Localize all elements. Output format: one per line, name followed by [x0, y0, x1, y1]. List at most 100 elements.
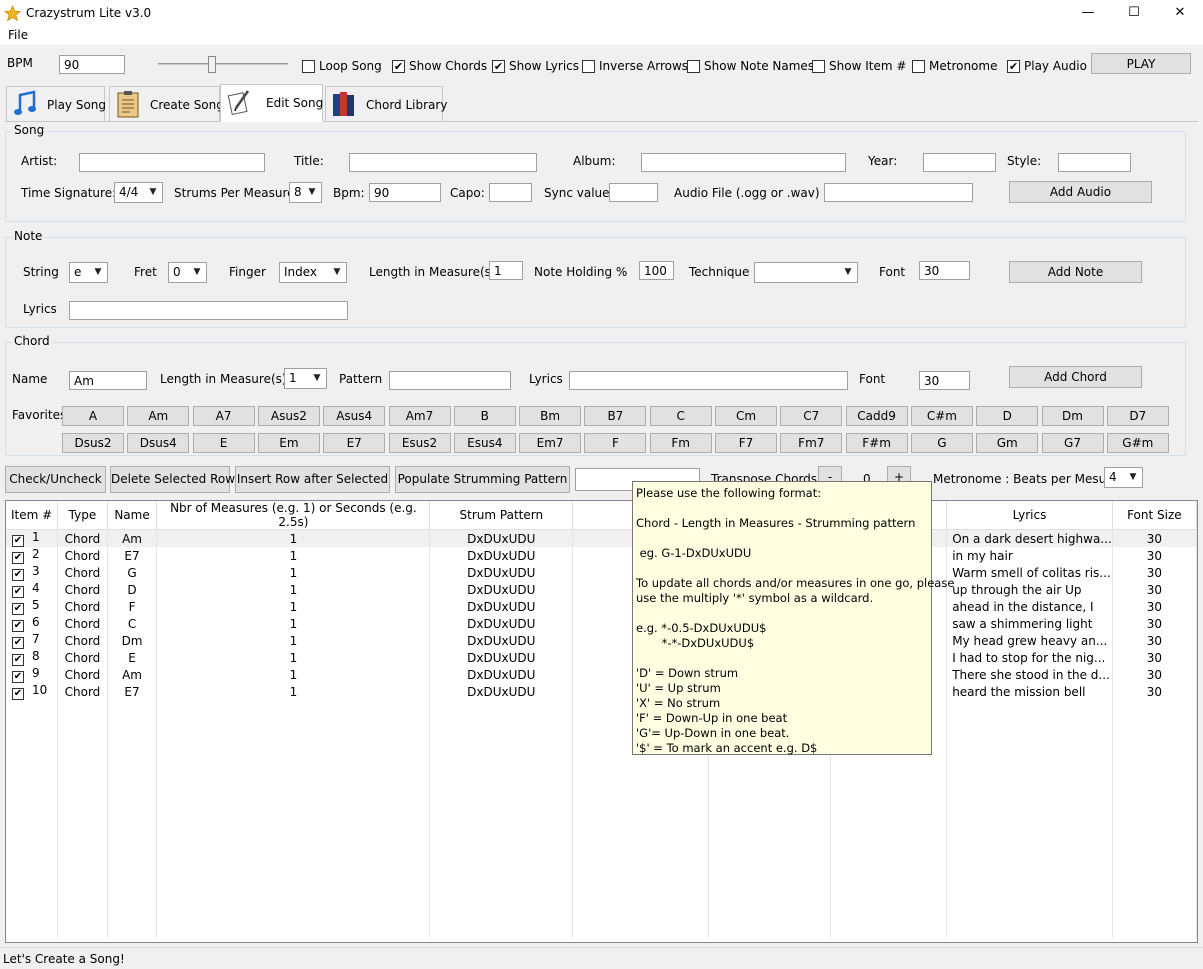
bpm-slider-track[interactable] [158, 63, 288, 65]
show-chords-checkbox[interactable]: ✔ [392, 60, 405, 73]
favorite-chord-button[interactable]: Asus4 [323, 406, 386, 426]
year-input[interactable] [923, 153, 996, 172]
favorite-chord-button[interactable]: C7 [780, 406, 843, 426]
favorite-chord-button[interactable]: Am [127, 406, 190, 426]
favorite-chord-button[interactable]: A7 [192, 406, 255, 426]
favorite-chord-button[interactable]: C#m [910, 406, 973, 426]
favorite-chord-button[interactable]: Fm7 [780, 433, 843, 453]
play-audio-checkbox[interactable]: ✔ [1007, 60, 1020, 73]
bpm-input[interactable] [59, 55, 125, 74]
favorite-chord-button[interactable]: E [192, 433, 255, 453]
add-note-button[interactable]: Add Note [1009, 261, 1142, 283]
chord-lyrics-input[interactable] [569, 371, 848, 390]
insert-row-button[interactable]: Insert Row after Selected [235, 466, 390, 493]
favorite-chord-button[interactable]: E7 [323, 433, 386, 453]
finger-select[interactable]: Index ▼ [279, 262, 347, 283]
table-row[interactable]: ✔ 4 Chord D 1 DxDUxUDU up through the air Up 30 [6, 581, 1198, 598]
table-row[interactable]: ✔ 10 Chord E7 1 DxDUxUDU heard the mission bel… [6, 683, 1198, 700]
strums-per-measure-select[interactable]: 8 ▼ [289, 182, 322, 203]
menu-file[interactable]: File [8, 28, 28, 42]
favorite-chord-button[interactable]: G7 [1041, 433, 1104, 453]
row-checkbox[interactable]: ✔ [12, 671, 24, 683]
song-items-grid[interactable]: Item # Type Name Nbr of Measures (e.g. 1) o… [5, 500, 1198, 943]
string-select[interactable]: e ▼ [69, 262, 108, 283]
close-button[interactable]: ✕ [1157, 0, 1203, 27]
grid-column-header[interactable]: Nbr of Measures (e.g. 1) or Seconds (e.g… [156, 501, 431, 530]
row-checkbox[interactable]: ✔ [12, 552, 24, 564]
maximize-button[interactable]: ☐ [1111, 0, 1157, 27]
check-uncheck-button[interactable]: Check/Uncheck [5, 466, 106, 493]
row-checkbox[interactable]: ✔ [12, 586, 24, 598]
note-length-input[interactable] [489, 261, 523, 280]
album-input[interactable] [641, 153, 846, 172]
favorite-chord-button[interactable]: Dm [1041, 406, 1104, 426]
add-chord-button[interactable]: Add Chord [1009, 366, 1142, 388]
minimize-button[interactable]: — [1065, 0, 1111, 27]
table-row[interactable]: ✔ 9 Chord Am 1 DxDUxUDU There she stood in the… [6, 666, 1198, 683]
table-row[interactable]: ✔ 7 Chord Dm 1 DxDUxUDU My head grew heavy an.… [6, 632, 1198, 649]
time-signature-select[interactable]: 4/4 ▼ [114, 182, 163, 203]
favorite-chord-button[interactable]: Cadd9 [845, 406, 908, 426]
show-item-num-checkbox[interactable] [812, 60, 825, 73]
tab-edit-song[interactable]: Edit Song [220, 84, 323, 122]
note-lyrics-input[interactable] [69, 301, 348, 320]
table-row[interactable]: ✔ 3 Chord G 1 DxDUxUDU Warm smell of colitas r… [6, 564, 1198, 581]
row-checkbox[interactable]: ✔ [12, 535, 24, 547]
row-checkbox[interactable]: ✔ [12, 637, 24, 649]
audio-file-input[interactable] [824, 183, 973, 202]
show-note-names-checkbox[interactable] [687, 60, 700, 73]
favorite-chord-button[interactable]: F [584, 433, 647, 453]
favorite-chord-button[interactable]: D [976, 406, 1039, 426]
chord-name-input[interactable] [69, 371, 147, 390]
row-checkbox[interactable]: ✔ [12, 688, 24, 700]
favorite-chord-button[interactable]: Cm [715, 406, 777, 426]
capo-input[interactable] [489, 183, 532, 202]
favorite-chord-button[interactable]: Esus2 [388, 433, 451, 453]
grid-column-header[interactable]: Lyrics [946, 501, 1113, 530]
row-checkbox[interactable]: ✔ [12, 569, 24, 581]
row-checkbox[interactable]: ✔ [12, 654, 24, 666]
favorite-chord-button[interactable]: Esus4 [453, 433, 516, 453]
show-lyrics-checkbox[interactable]: ✔ [492, 60, 505, 73]
grid-column-header[interactable]: Type [57, 501, 108, 530]
note-font-input[interactable] [919, 261, 970, 280]
favorite-chord-button[interactable]: Em7 [519, 433, 582, 453]
title-input[interactable] [349, 153, 537, 172]
favorite-chord-button[interactable]: B [453, 406, 516, 426]
tab-play-song[interactable]: Play Song [6, 86, 106, 122]
table-row[interactable]: ✔ 8 Chord E 1 DxDUxUDU I had to stop for the n… [6, 649, 1198, 666]
favorite-chord-button[interactable]: Dsus4 [127, 433, 190, 453]
grid-column-header[interactable]: Strum Pattern [429, 501, 574, 530]
song-bpm-input[interactable] [369, 183, 441, 202]
favorite-chord-button[interactable]: D7 [1106, 406, 1169, 426]
add-audio-button[interactable]: Add Audio [1009, 181, 1152, 203]
favorite-chord-button[interactable]: F#m [845, 433, 908, 453]
note-holding-input[interactable] [639, 261, 674, 280]
favorite-chord-button[interactable]: Fm [649, 433, 712, 453]
row-checkbox[interactable]: ✔ [12, 603, 24, 615]
populate-strumming-button[interactable]: Populate Strumming Pattern [395, 466, 570, 493]
favorite-chord-button[interactable]: B7 [584, 406, 647, 426]
favorite-chord-button[interactable]: A [62, 406, 124, 426]
artist-input[interactable] [79, 153, 265, 172]
inverse-arrows-checkbox[interactable] [582, 60, 595, 73]
favorite-chord-button[interactable]: Em [257, 433, 320, 453]
style-input[interactable] [1058, 153, 1131, 172]
grid-column-header[interactable]: Font Size [1112, 501, 1198, 530]
metronome-checkbox[interactable] [912, 60, 925, 73]
beats-per-measure-select[interactable]: 4 ▼ [1104, 467, 1143, 488]
pattern-input[interactable] [389, 371, 511, 390]
table-row[interactable]: ✔ 5 Chord F 1 DxDUxUDU ahead in the distance, … [6, 598, 1198, 615]
favorite-chord-button[interactable]: Dsus2 [62, 433, 124, 453]
fret-select[interactable]: 0 ▼ [168, 262, 207, 283]
favorite-chord-button[interactable]: Gm [976, 433, 1039, 453]
favorite-chord-button[interactable]: Asus2 [257, 406, 320, 426]
loop-song-checkbox[interactable] [302, 60, 315, 73]
favorite-chord-button[interactable]: Bm [519, 406, 582, 426]
bpm-slider-thumb[interactable] [208, 56, 216, 73]
chord-font-input[interactable] [919, 371, 970, 390]
favorite-chord-button[interactable]: Am7 [388, 406, 451, 426]
table-row[interactable]: ✔ 1 Chord Am 1 DxDUxUDU On a dark desert highw… [6, 529, 1198, 547]
favorite-chord-button[interactable]: F7 [715, 433, 777, 453]
tab-create-song[interactable]: Create Song [109, 86, 224, 122]
